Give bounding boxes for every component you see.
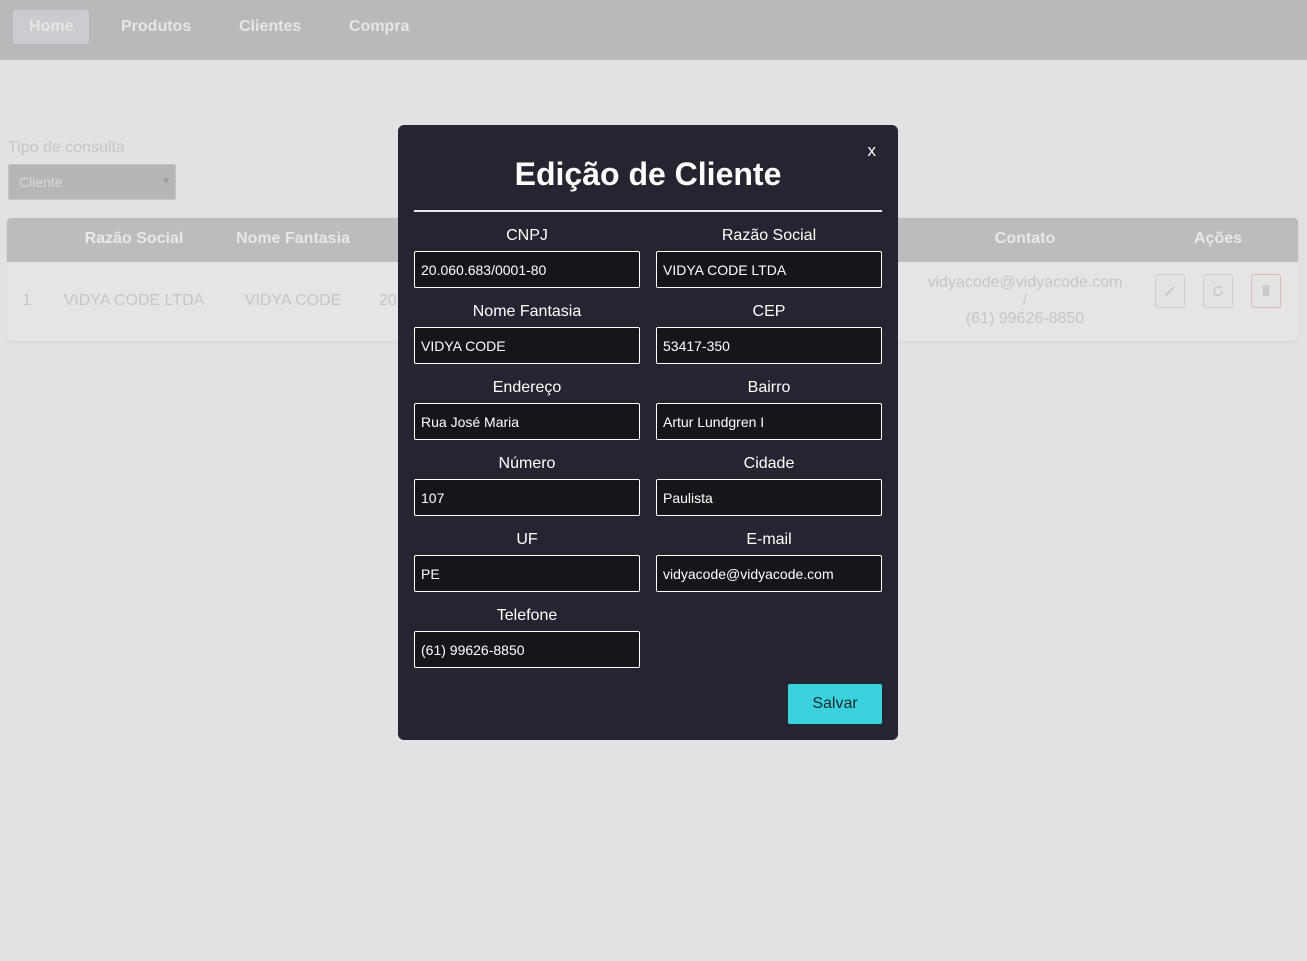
cidade-field[interactable] xyxy=(656,479,882,516)
cidade-label: Cidade xyxy=(743,455,795,472)
nome-fantasia-label: Nome Fantasia xyxy=(472,303,582,320)
numero-label: Número xyxy=(498,455,556,472)
cnpj-field[interactable] xyxy=(414,251,640,288)
save-button[interactable]: Salvar xyxy=(788,684,882,724)
modal-title: Edição de Cliente xyxy=(514,156,782,192)
cnpj-label: CNPJ xyxy=(506,227,548,244)
razao-social-label: Razão Social xyxy=(721,227,817,244)
title-divider xyxy=(414,210,882,212)
endereco-field[interactable] xyxy=(414,403,640,440)
bairro-label: Bairro xyxy=(747,379,791,396)
email-field[interactable] xyxy=(656,555,882,592)
modal-overlay: x Edição de Cliente CNPJ Razão Social No… xyxy=(0,0,1307,961)
edit-client-modal: x Edição de Cliente CNPJ Razão Social No… xyxy=(398,125,898,740)
uf-field[interactable] xyxy=(414,555,640,592)
uf-label: UF xyxy=(516,531,538,548)
cep-field[interactable] xyxy=(656,327,882,364)
numero-field[interactable] xyxy=(414,479,640,516)
endereco-label: Endereço xyxy=(492,379,562,396)
cep-label: CEP xyxy=(752,303,786,320)
email-label: E-mail xyxy=(746,531,792,548)
bairro-field[interactable] xyxy=(656,403,882,440)
nome-fantasia-field[interactable] xyxy=(414,327,640,364)
telefone-field[interactable] xyxy=(414,631,640,668)
telefone-label: Telefone xyxy=(496,607,558,624)
razao-social-field[interactable] xyxy=(656,251,882,288)
